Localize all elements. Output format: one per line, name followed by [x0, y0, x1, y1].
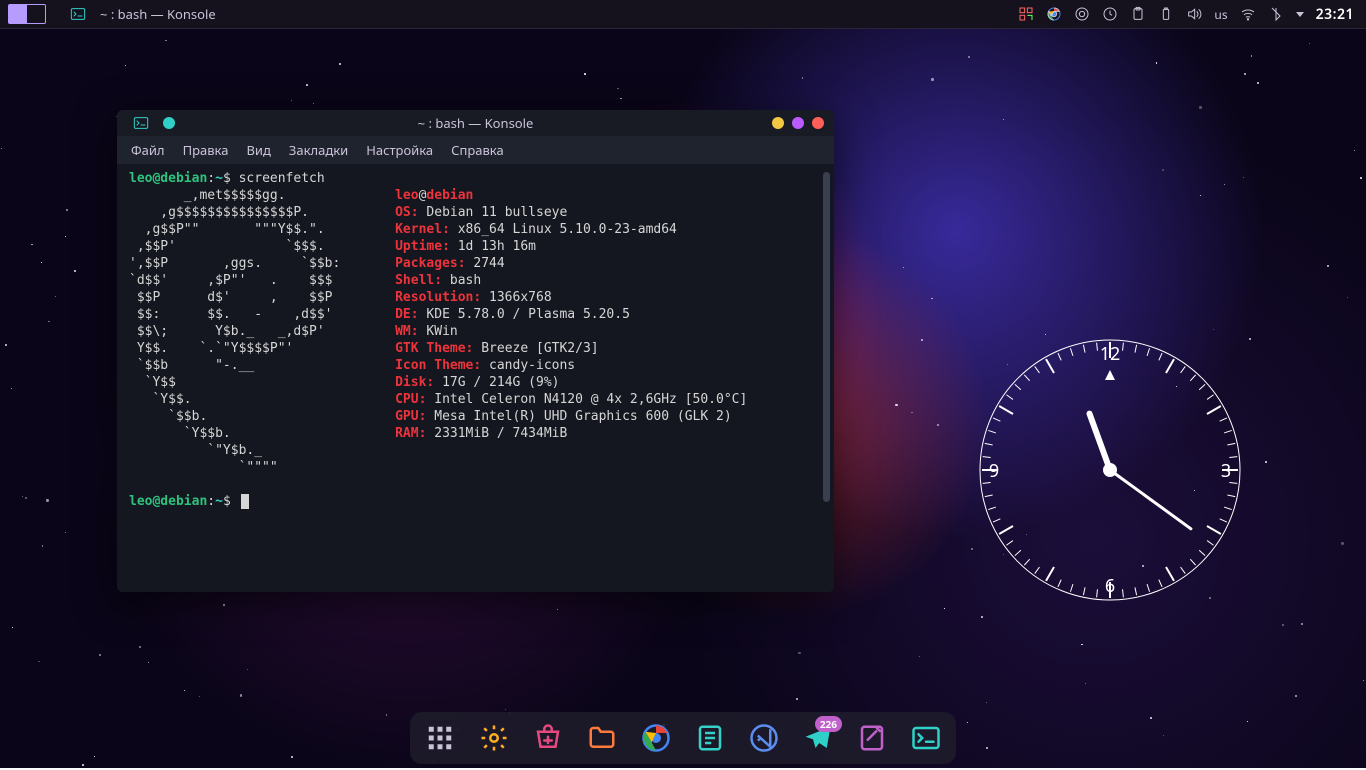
dock-app-launcher[interactable] — [424, 722, 456, 754]
panel-clock[interactable]: 23:21 — [1316, 5, 1354, 24]
dock-vscode[interactable] — [748, 722, 780, 754]
konsole-titlebar-icon — [133, 115, 149, 131]
clock-numeral-3: 3 — [1221, 459, 1231, 483]
konsole-window[interactable]: ~ : bash — Konsole Файл Правка Вид Закла… — [117, 110, 834, 592]
window-menubar: Файл Правка Вид Закладки Настройка Справ… — [117, 136, 834, 164]
menu-settings[interactable]: Настройка — [366, 141, 433, 159]
menu-edit[interactable]: Правка — [183, 141, 229, 159]
top-panel: ~ : bash — Konsole us 23:21 — [0, 0, 1366, 29]
analog-clock-widget[interactable]: 12 3 6 9 — [970, 330, 1250, 610]
clock-minute-hand — [1110, 470, 1191, 529]
window-title: ~ : bash — Konsole — [117, 114, 834, 132]
dock-notes[interactable] — [856, 722, 888, 754]
dock-konsole[interactable] — [910, 722, 942, 754]
virtual-desktop-pager[interactable] — [8, 4, 46, 24]
window-titlebar[interactable]: ~ : bash — Konsole — [117, 110, 834, 136]
clock-numeral-6: 6 — [1105, 574, 1115, 598]
battery-tray-icon[interactable] — [1158, 6, 1174, 22]
dock-settings[interactable] — [478, 722, 510, 754]
screenshot-tool-icon[interactable] — [1018, 6, 1034, 22]
menu-view[interactable]: Вид — [246, 141, 270, 159]
new-tab-button[interactable] — [163, 117, 175, 129]
dock-telegram-badge: 226 — [815, 716, 842, 732]
dock-chrome[interactable] — [640, 722, 672, 754]
clock-numeral-12: 12 — [1100, 342, 1121, 366]
dock-telegram[interactable]: 226 — [802, 722, 834, 754]
dock-text-editor[interactable] — [694, 722, 726, 754]
close-button[interactable] — [812, 117, 824, 129]
minimize-button[interactable] — [772, 117, 784, 129]
update-tray-icon[interactable] — [1074, 6, 1090, 22]
clipboard-tray-icon[interactable] — [1130, 6, 1146, 22]
keyboard-layout-indicator[interactable]: us — [1214, 6, 1227, 23]
dock-panel: 226 — [410, 712, 956, 764]
taskbar-entry-konsole[interactable]: ~ : bash — Konsole — [54, 0, 226, 28]
konsole-icon — [70, 6, 86, 22]
tray-expand-icon[interactable] — [1296, 12, 1304, 17]
bluetooth-tray-icon[interactable] — [1268, 6, 1284, 22]
taskbar-entry-title: ~ : bash — Konsole — [100, 5, 216, 23]
clock-numeral-9: 9 — [989, 459, 999, 483]
dock-software-center[interactable] — [532, 722, 564, 754]
clock-12-marker — [1105, 370, 1115, 380]
terminal-viewport[interactable]: leo@debian:~$ screenfetch _,met$$$$$gg. … — [117, 164, 834, 592]
menu-file[interactable]: Файл — [131, 141, 165, 159]
scrollbar-thumb[interactable] — [823, 172, 830, 502]
wifi-tray-icon[interactable] — [1240, 6, 1256, 22]
maximize-button[interactable] — [792, 117, 804, 129]
keyboard-tray-icon[interactable] — [1102, 6, 1118, 22]
menu-bookmarks[interactable]: Закладки — [289, 141, 348, 159]
volume-tray-icon[interactable] — [1186, 6, 1202, 22]
dock-file-manager[interactable] — [586, 722, 618, 754]
menu-help[interactable]: Справка — [451, 141, 504, 159]
chrome-tray-icon[interactable] — [1046, 6, 1062, 22]
clock-center — [1103, 463, 1117, 477]
clock-hour-hand — [1089, 414, 1110, 470]
